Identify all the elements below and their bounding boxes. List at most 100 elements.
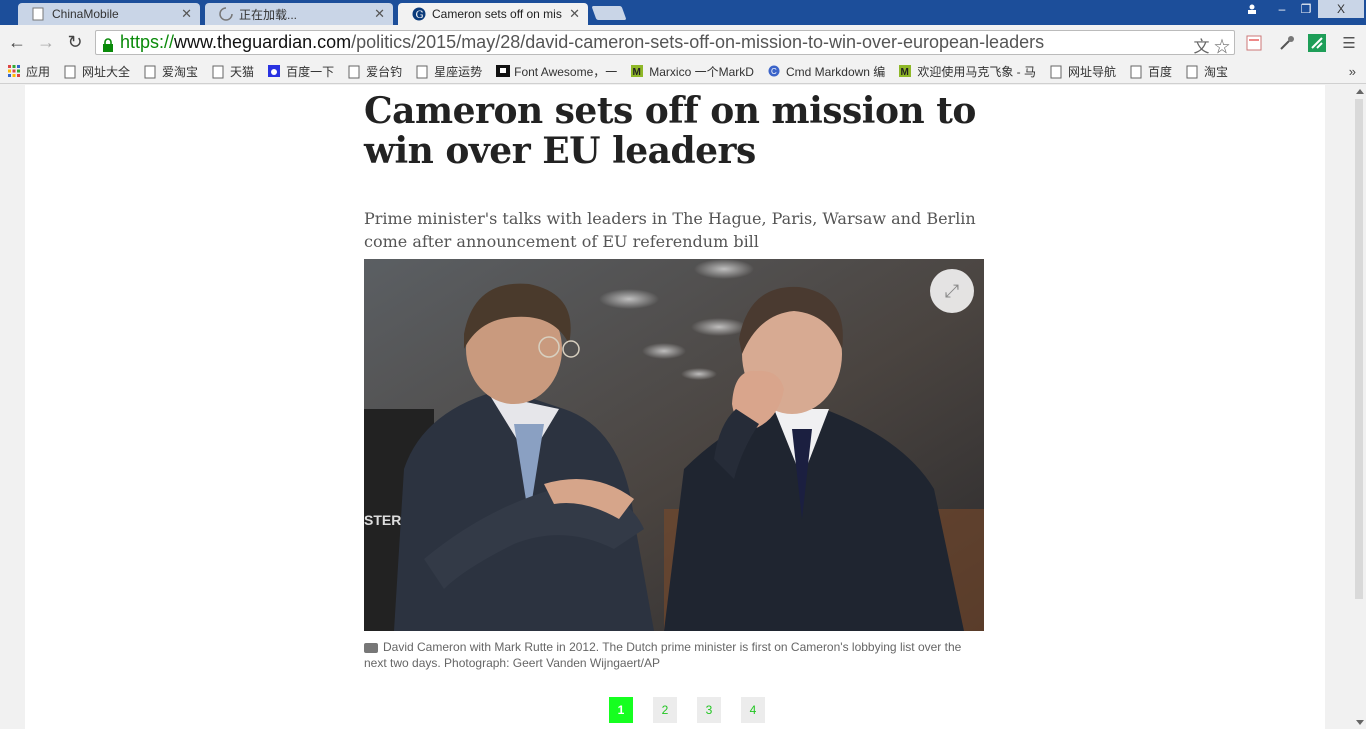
page-icon: [1130, 65, 1142, 79]
bookmark-label: 网址大全: [82, 65, 131, 79]
star-icon[interactable]: ☆: [1214, 39, 1230, 56]
extension-notes-icon[interactable]: [1244, 33, 1264, 53]
scroll-up-arrow-icon[interactable]: [1356, 89, 1364, 94]
bookmark-item[interactable]: 百度一下: [268, 63, 334, 80]
svg-text:M: M: [633, 67, 641, 77]
page-icon: [64, 65, 76, 79]
title-bar: ChinaMobile ✕ 正在加载... ✕ G Cameron sets o…: [0, 0, 1366, 25]
m-icon: M: [631, 64, 644, 79]
page-icon: [32, 7, 46, 21]
translate-icon[interactable]: 文: [1194, 39, 1210, 56]
user-icon[interactable]: [1238, 0, 1266, 18]
reload-icon[interactable]: ↻: [64, 31, 86, 53]
extension-leaf-icon[interactable]: [1307, 33, 1327, 53]
bookmark-label: 天猫: [230, 65, 255, 79]
bookmark-label: 百度: [1148, 65, 1173, 79]
tab-guardian-article[interactable]: G Cameron sets off on mis ✕: [398, 3, 588, 25]
bookmark-apps[interactable]: 应用: [8, 63, 50, 80]
bookmark-label: Marxico 一个MarkD: [649, 65, 754, 79]
photo-overlay-text: STER: [364, 512, 401, 528]
bookmark-item[interactable]: 淘宝: [1186, 63, 1228, 80]
page-icon: [1050, 65, 1062, 79]
apps-grid-icon: [8, 64, 20, 79]
photo-caption: David Cameron with Mark Rutte in 2012. T…: [364, 639, 974, 671]
page-button-2[interactable]: 2: [653, 697, 677, 723]
tab-loading[interactable]: 正在加载... ✕: [205, 3, 393, 25]
bookmark-label: 爱台钓: [366, 65, 403, 79]
scroll-down-arrow-icon[interactable]: [1356, 720, 1364, 725]
guardian-logo-icon: G: [412, 7, 426, 21]
page-icon: [348, 65, 360, 79]
page-icon: [212, 65, 224, 79]
new-tab-button[interactable]: [591, 6, 627, 20]
bookmark-label: Font Awesome，一: [514, 65, 618, 79]
tab-chinamobile[interactable]: ChinaMobile ✕: [18, 3, 200, 25]
article-headline: Cameron sets off on mission to win over …: [364, 90, 976, 172]
url-scheme: https://: [120, 32, 175, 52]
vertical-scrollbar[interactable]: [1352, 85, 1366, 729]
bookmark-item[interactable]: 星座运势: [416, 63, 482, 80]
svg-text:C: C: [771, 67, 777, 76]
bookmark-label: 淘宝: [1204, 65, 1229, 79]
tab-label: ChinaMobile: [52, 7, 119, 21]
address-bar[interactable]: https://www.theguardian.com/politics/201…: [95, 30, 1235, 57]
tab-label: 正在加载...: [239, 7, 298, 22]
bookmark-label: 百度一下: [286, 65, 335, 79]
gallery-pagination: 1 2 3 4: [609, 697, 785, 723]
bookmark-item[interactable]: M 欢迎使用马克飞象 - 马: [899, 63, 1036, 80]
bookmark-label: 欢迎使用马克飞象 - 马: [917, 65, 1036, 79]
close-icon[interactable]: ✕: [181, 6, 192, 22]
page-button-1[interactable]: 1: [609, 697, 633, 723]
page-icon: [144, 65, 156, 79]
tab-label: Cameron sets off on mis: [432, 7, 562, 21]
bookmark-label: 爱淘宝: [162, 65, 199, 79]
eyedropper-icon[interactable]: [1277, 33, 1297, 53]
lock-icon: [102, 36, 114, 52]
camera-icon: [364, 642, 378, 653]
forward-arrow-icon[interactable]: →: [35, 31, 57, 53]
bookmark-label: 星座运势: [434, 65, 483, 79]
bookmark-item[interactable]: 百度: [1130, 63, 1172, 80]
loading-spinner-icon: [219, 7, 233, 21]
bookmark-item[interactable]: C Cmd Markdown 编: [768, 63, 885, 80]
bookmark-label: 网址导航: [1067, 65, 1116, 79]
bookmark-item[interactable]: 网址导航: [1050, 63, 1116, 80]
bookmark-item[interactable]: 天猫: [212, 63, 254, 80]
page-icon: [416, 65, 428, 79]
url-host: www.theguardian.com: [174, 32, 352, 52]
bookmark-item[interactable]: M Marxico 一个MarkD: [631, 63, 754, 80]
bookmark-label: 应用: [26, 65, 51, 79]
close-icon[interactable]: ✕: [374, 6, 385, 22]
page-button-3[interactable]: 3: [697, 697, 721, 723]
page-button-4[interactable]: 4: [741, 697, 765, 723]
article-main-photo[interactable]: STER ⤢: [364, 259, 984, 631]
article-standfirst: Prime minister's talks with leaders in T…: [364, 209, 976, 251]
page-icon: [1186, 65, 1198, 79]
svg-text:G: G: [416, 10, 424, 21]
browser-toolbar: ← → ↻ https://www.theguardian.com/politi…: [0, 25, 1366, 60]
url-path: /politics/2015/may/28/david-cameron-sets…: [351, 32, 1045, 52]
photo-illustration: STER: [364, 259, 984, 631]
flag-icon: [496, 64, 511, 79]
close-icon[interactable]: ✕: [569, 6, 580, 22]
translate-and-star-icons[interactable]: 文 ☆: [1194, 33, 1230, 57]
bookmark-label: Cmd Markdown 编: [785, 65, 886, 79]
cmd-icon: C: [768, 65, 780, 79]
caption-text: David Cameron with Mark Rutte in 2012. T…: [364, 640, 962, 670]
bookmark-item[interactable]: 网址大全: [64, 63, 130, 80]
bookmarks-overflow-button[interactable]: »: [1349, 64, 1356, 79]
expand-icon[interactable]: ⤢: [930, 269, 974, 313]
baidu-paw-icon: [268, 64, 281, 79]
bookmarks-bar: 应用 网址大全 爱淘宝 天猫 百度一下 爱台钓 星座运势 Font Awesom…: [0, 60, 1366, 84]
svg-text:M: M: [901, 67, 909, 77]
page-content: Cameron sets off on mission to win over …: [25, 85, 1325, 729]
scrollbar-thumb[interactable]: [1355, 99, 1363, 599]
close-window-button[interactable]: X: [1318, 0, 1364, 18]
bookmark-item[interactable]: 爱淘宝: [144, 63, 198, 80]
m-icon: M: [899, 64, 912, 79]
menu-icon[interactable]: ☰: [1339, 33, 1359, 53]
back-arrow-icon[interactable]: ←: [6, 31, 28, 53]
restore-button[interactable]: ❐: [1292, 0, 1320, 18]
bookmark-item[interactable]: 爱台钓: [348, 63, 402, 80]
bookmark-item[interactable]: Font Awesome，一: [496, 63, 617, 80]
